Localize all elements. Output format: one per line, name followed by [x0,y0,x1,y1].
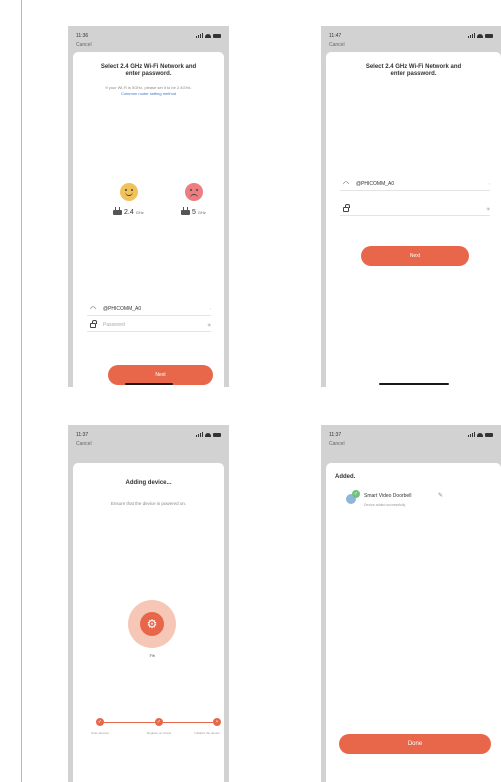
phone-screen-device-added: 11:37 Cancel Added. ✓ Smart Video Doorbe… [321,425,501,782]
device-status: Device added successfully [364,503,406,507]
status-bar: 11:36 [76,31,221,40]
battery-icon [213,432,221,437]
status-icons [196,432,221,437]
sad-face-icon [185,183,203,201]
wifi-icon [205,432,211,437]
content-sheet: Select 2.4 GHz Wi-Fi Network and enter p… [326,52,501,387]
status-icons [196,33,221,38]
home-indicator [379,383,449,385]
password-placeholder: Password [103,321,125,328]
page-title-line2: enter password. [390,71,437,77]
wifi-ssid-field[interactable]: ◠ @PHICOMM_A0 › [340,179,490,188]
band-5-value: 5 [192,209,196,216]
wifi-ssid-field[interactable]: ◠ @PHICOMM_A0 › [87,304,211,313]
signal-icon [196,432,203,437]
wifi-icon [205,33,211,38]
progress-percent: 7% [149,653,155,658]
page-title: Adding device... [125,480,172,486]
signal-icon [468,432,475,437]
chevron-right-icon: › [209,306,211,311]
cancel-button[interactable]: Cancel [76,42,92,48]
band-5-unit: GHz [197,210,206,215]
step-2-label: Register on Cloud [146,731,171,735]
content-sheet: Select 2.4 GHz Wi-Fi Network and enter p… [73,52,224,387]
device-name: Smart Video Doorbell [364,493,412,499]
ssid-value: @PHICOMM_A0 [103,305,142,312]
cancel-button[interactable]: Cancel [329,441,345,447]
status-bar: 11:37 [329,430,493,439]
step-1-check-icon: ✓ [96,718,104,726]
chevron-right-icon: › [488,181,490,186]
band-2-4-value: 2.4 [124,209,134,216]
status-icons [468,33,493,38]
divider [87,315,211,316]
router-icon [113,207,122,215]
status-bar: 11:47 [329,31,493,40]
band-2-4-unit: GHz [135,210,144,215]
eye-icon: ◉ [207,322,212,327]
router-setting-link[interactable]: Common router setting method [73,91,224,96]
step-1-label: Scan devices [91,731,109,735]
page-title-line1: Select 2.4 GHz Wi-Fi Network and [100,64,197,70]
added-heading: Added. [335,474,356,480]
check-icon: ✓ [352,490,360,498]
status-bar: 11:37 [76,430,221,439]
phone-screen-wifi-password: 11:47 Cancel Select 2.4 GHz Wi-Fi Networ… [321,26,501,387]
signal-icon [468,33,475,38]
battery-icon [485,432,493,437]
next-button[interactable]: Next [108,365,213,385]
lock-icon [87,320,99,328]
battery-icon [485,33,493,38]
page-title-line1: Select 2.4 GHz Wi-Fi Network and [365,64,462,70]
page-subtitle: Ensure that the device is powered on. [110,501,187,506]
gear-icon: ⚙ [140,612,164,636]
password-field[interactable]: ◉ [340,204,490,213]
step-3-dot-icon: • [213,718,221,726]
camera-icon: ✓ [344,490,360,506]
router-icon [181,207,190,215]
phone-screen-wifi-select: 11:36 Cancel Select 2.4 GHz Wi-Fi Networ… [68,26,229,387]
lock-icon [340,204,352,212]
wifi-icon [477,33,483,38]
wifi-icon: ◠ [342,180,350,188]
happy-face-icon [120,183,138,201]
phone-screen-adding-device: 11:37 Cancel Adding device... Ensure tha… [68,425,229,782]
step-3-label: Initialize the device [194,731,220,735]
wifi-icon: ◠ [89,305,97,313]
page-title-line2: enter password. [125,71,172,77]
content-sheet: Adding device... Ensure that the device … [73,463,224,782]
wifi-icon [477,432,483,437]
status-icons [468,432,493,437]
cancel-button[interactable]: Cancel [329,42,345,48]
pencil-icon[interactable]: ✎ [438,492,443,499]
status-time: 11:37 [329,431,342,438]
band-5ghz: 5 GHz [181,207,206,216]
status-time: 11:36 [76,32,89,39]
band-2-4ghz: 2.4 GHz [113,207,144,216]
divider [87,331,211,332]
divider [340,215,490,216]
cancel-button[interactable]: Cancel [76,441,92,447]
divider [340,190,490,191]
step-2-check-icon: ✓ [155,718,163,726]
status-time: 11:47 [329,32,342,39]
signal-icon [196,33,203,38]
password-field[interactable]: Password ◉ [87,320,211,329]
done-button[interactable]: Done [339,734,491,754]
next-button[interactable]: Next [361,246,469,266]
status-time: 11:37 [76,431,89,438]
home-indicator [125,383,173,385]
battery-icon [213,33,221,38]
page-margin-rule [21,0,22,782]
band-hint: If your Wi-Fi is 5GHz, please set it to … [105,85,192,90]
ssid-value: @PHICOMM_A0 [356,180,395,187]
eye-icon: ◉ [486,206,491,211]
